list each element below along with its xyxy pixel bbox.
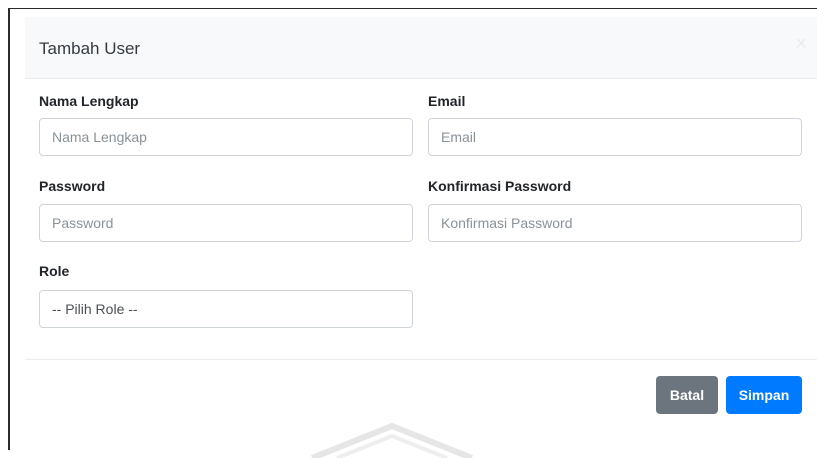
- password-input[interactable]: [39, 204, 413, 242]
- modal-header: Tambah User ×: [25, 17, 817, 79]
- role-label: Role: [39, 263, 69, 279]
- window-frame-left: [8, 8, 10, 450]
- confirm-password-label: Konfirmasi Password: [428, 178, 571, 194]
- save-button[interactable]: Simpan: [726, 376, 802, 414]
- password-label: Password: [39, 178, 105, 194]
- footer-divider: [25, 359, 817, 360]
- watermark-logo: [292, 418, 492, 458]
- role-select[interactable]: -- Pilih Role --: [39, 290, 413, 328]
- cancel-button[interactable]: Batal: [656, 376, 718, 414]
- close-icon[interactable]: ×: [795, 33, 807, 56]
- role-select-value: -- Pilih Role --: [52, 301, 138, 317]
- add-user-modal: Tambah User × Nama Lengkap Email Passwor…: [25, 9, 817, 450]
- modal-title: Tambah User: [39, 39, 140, 59]
- full-name-input[interactable]: [39, 118, 413, 156]
- full-name-label: Nama Lengkap: [39, 93, 139, 109]
- email-label: Email: [428, 93, 465, 109]
- email-input[interactable]: [428, 118, 802, 156]
- confirm-password-input[interactable]: [428, 204, 802, 242]
